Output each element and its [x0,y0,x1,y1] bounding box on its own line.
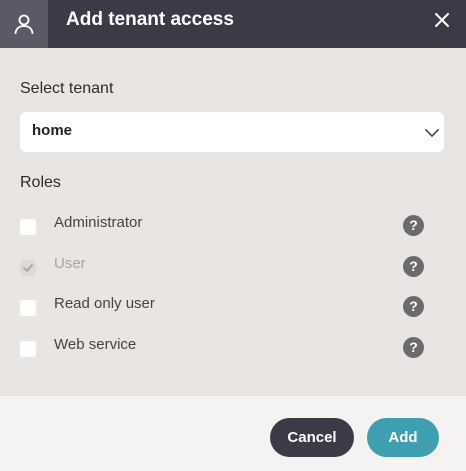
help-icon[interactable]: ? [403,256,424,277]
help-icon[interactable]: ? [403,337,424,358]
dialog-footer: Cancel Add [0,396,466,471]
tenant-select-value: home [32,122,73,139]
role-row-user: User ? [0,252,466,282]
role-label: Web service [54,336,137,353]
tenant-select[interactable]: home [20,112,444,152]
roles-label: Roles [20,174,61,191]
user-checkbox [20,260,36,276]
help-icon[interactable]: ? [403,215,424,236]
add-tenant-access-dialog: Add tenant access Select tenant home Rol… [0,0,466,471]
role-row-read-only-user: Read only user ? [0,292,466,322]
role-label: Read only user [54,295,155,312]
web-service-checkbox[interactable] [20,341,36,357]
dialog-header: Add tenant access [0,0,466,48]
add-button[interactable]: Add [367,418,439,457]
role-label: Administrator [54,214,143,231]
role-row-administrator: Administrator ? [0,211,466,241]
user-icon [0,0,48,48]
cancel-button[interactable]: Cancel [270,418,354,457]
select-tenant-label: Select tenant [20,80,114,97]
chevron-down-icon [424,125,440,141]
close-icon[interactable] [432,10,452,30]
help-icon[interactable]: ? [403,296,424,317]
read-only-user-checkbox[interactable] [20,300,36,316]
role-label: User [54,255,86,272]
dialog-title: Add tenant access [66,9,234,30]
role-row-web-service: Web service ? [0,333,466,363]
administrator-checkbox[interactable] [20,219,36,235]
